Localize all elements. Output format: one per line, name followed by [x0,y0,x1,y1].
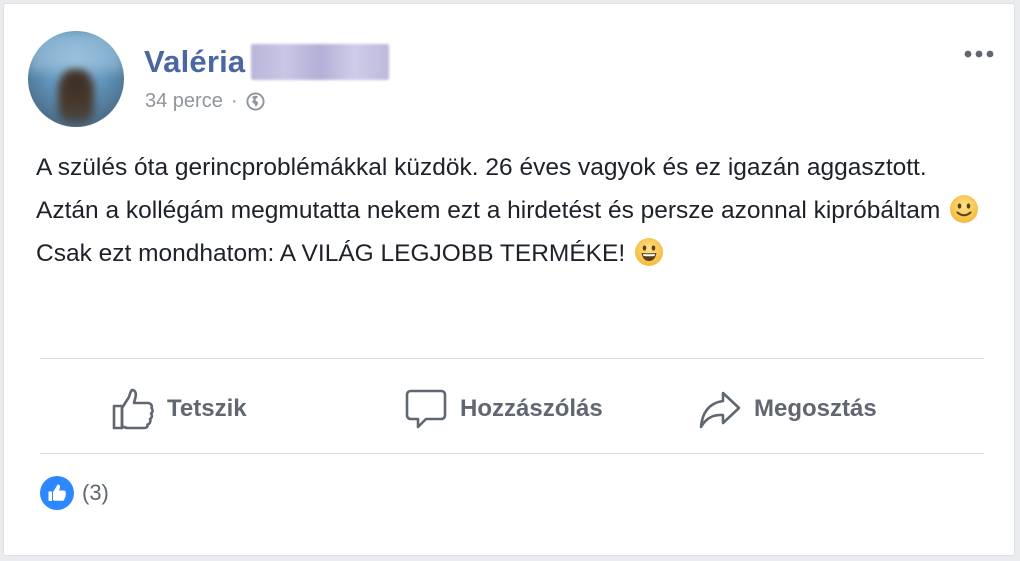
comment-bubble-icon [405,389,447,429]
like-label: Tetszik [167,395,247,422]
avatar-figure [58,69,94,123]
like-button[interactable]: Tetszik [111,380,247,438]
action-bar: Tetszik Hozzászólás Megosztás [40,362,984,456]
share-label: Megosztás [754,395,877,422]
meta-separator: · [230,90,238,112]
post-card: Valéria 34 perce · A szülés óta gerincpr… [3,3,1015,556]
comment-button[interactable]: Hozzászólás [404,380,603,438]
like-thumb-icon[interactable] [40,476,74,510]
reactions-summary: (3) [40,476,109,510]
avatar-background [28,31,124,71]
share-arrow-icon [699,391,741,429]
divider-bottom [40,453,984,454]
post-timestamp[interactable]: 34 perce [145,90,223,113]
divider-top [40,358,984,359]
slight-smile-emoji [950,195,979,223]
globe-icon[interactable] [245,92,265,111]
author-name-row: Valéria [144,42,390,82]
post-text-part1: A szülés óta gerincproblémákkal küzdök. … [36,154,941,224]
author-avatar[interactable] [28,31,124,127]
post-text-part2: Csak ezt mondhatom: A VILÁG LEGJOBB TERM… [36,240,626,267]
grin-emoji [634,238,663,266]
comment-label: Hozzászólás [460,395,603,422]
more-dots-icon[interactable] [962,44,996,64]
share-button[interactable]: Megosztás [698,380,877,438]
author-name[interactable]: Valéria [144,44,245,80]
thumbs-up-icon [112,388,154,430]
post-meta: 34 perce · [145,90,265,113]
author-surname-redacted [251,44,390,80]
post-body: A szülés óta gerincproblémákkal küzdök. … [36,146,986,275]
reaction-count[interactable]: (3) [82,480,109,506]
